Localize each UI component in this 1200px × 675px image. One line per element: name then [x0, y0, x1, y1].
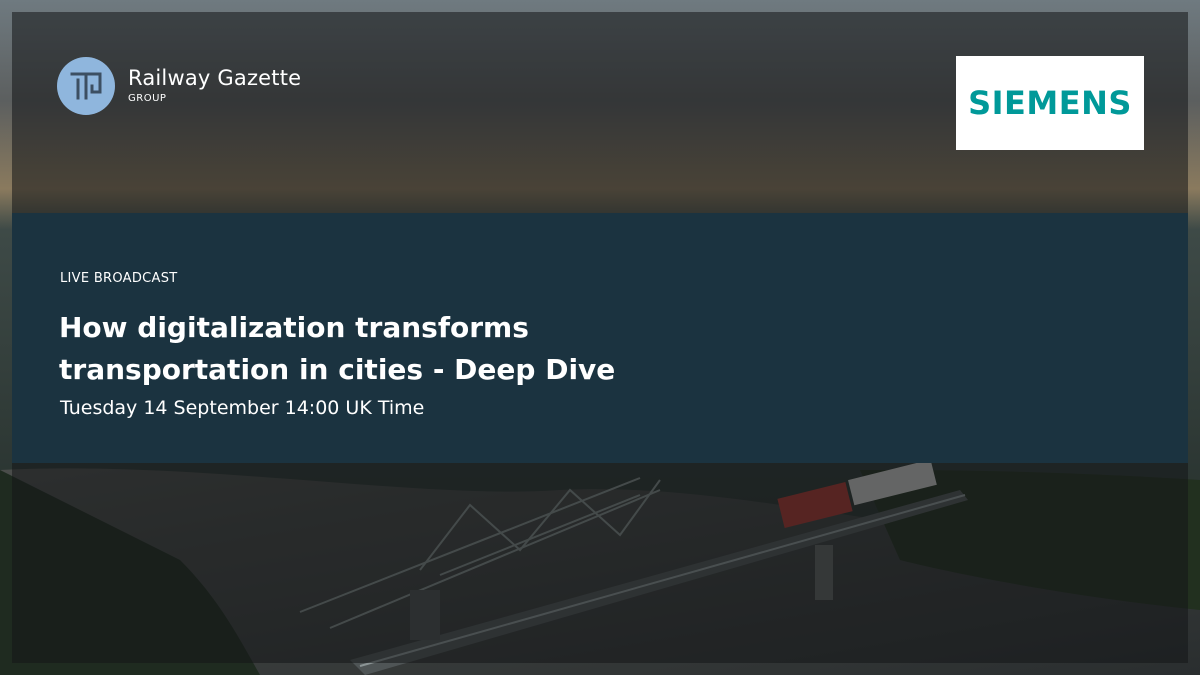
railway-gazette-logo: Railway Gazette GROUP — [56, 56, 301, 116]
brand-sub: GROUP — [128, 93, 167, 104]
railway-gazette-logo-icon — [57, 57, 115, 115]
brand-text: Railway Gazette GROUP — [128, 66, 301, 106]
event-datetime: Tuesday 14 September 14:00 UK Time — [60, 397, 425, 419]
event-title: How digitalization transforms transporta… — [59, 311, 616, 386]
event-kicker: LIVE BROADCAST — [60, 271, 178, 286]
sponsor-logo: SIEMENS — [956, 56, 1144, 150]
sponsor-name: SIEMENS — [968, 84, 1132, 122]
brand-name: Railway Gazette — [128, 66, 302, 90]
event-panel: LIVE BROADCAST How digitalization transf… — [12, 213, 1188, 463]
